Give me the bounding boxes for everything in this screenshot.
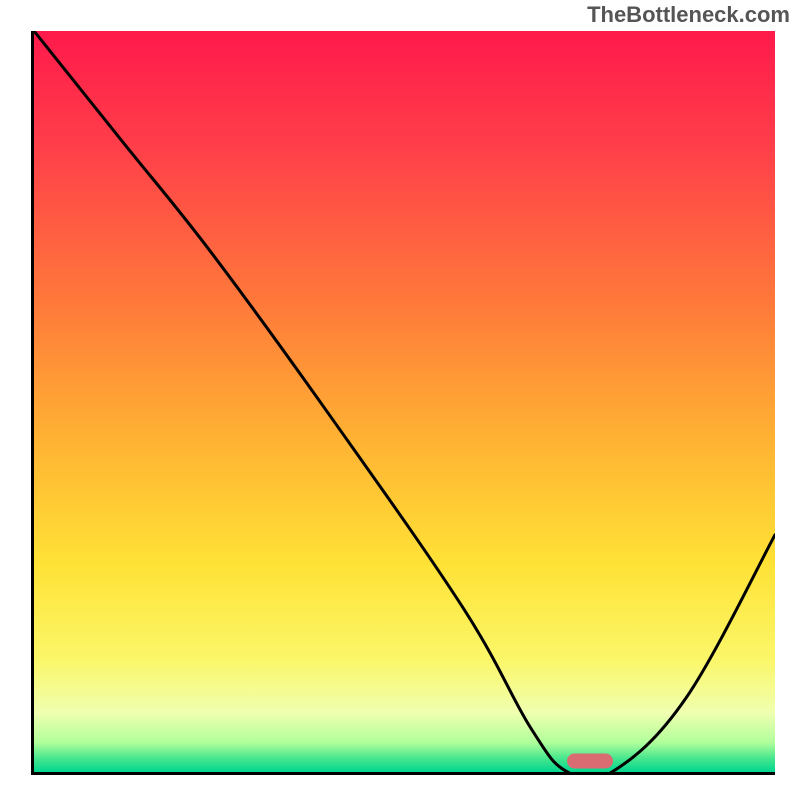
- optimal-marker: [567, 753, 613, 768]
- curve-path: [34, 31, 775, 772]
- watermark-text: TheBottleneck.com: [587, 2, 790, 28]
- chart-container: TheBottleneck.com: [0, 0, 800, 800]
- bottleneck-curve: [34, 31, 775, 772]
- plot-area: [31, 31, 775, 775]
